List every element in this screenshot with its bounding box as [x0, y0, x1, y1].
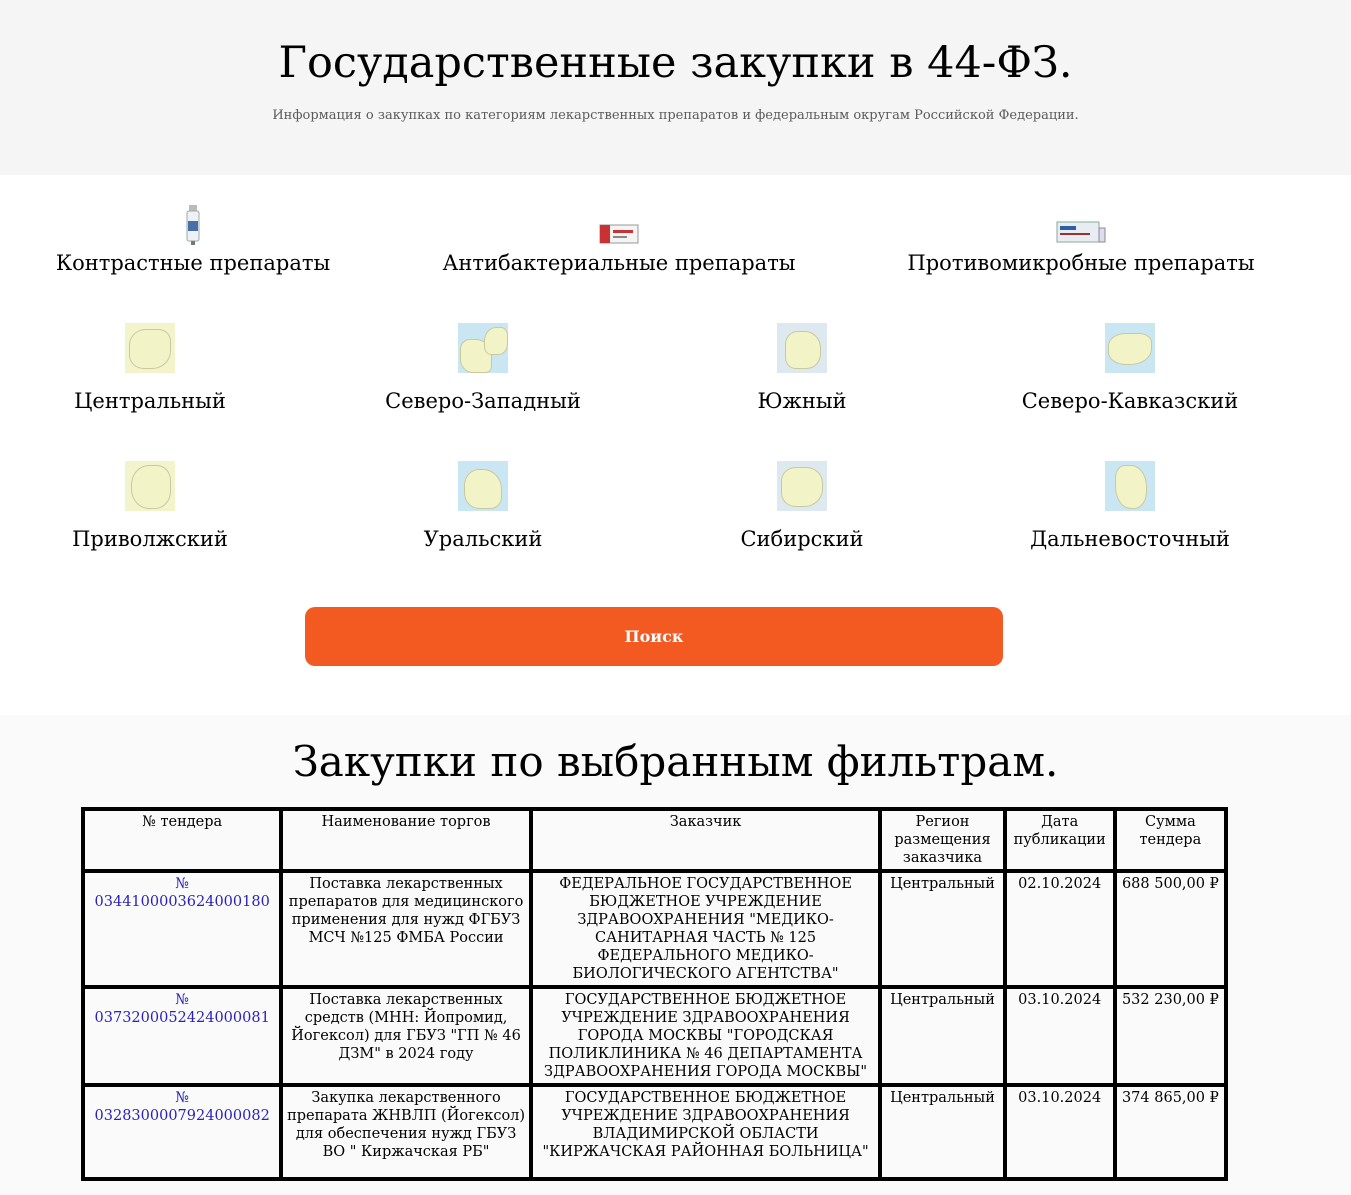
name-cell: Закупка лекарственного препарата ЖНВЛП (…	[279, 1083, 533, 1181]
table-row: № 0373200052424000081 Поставка лекарстве…	[80, 985, 1229, 1087]
region-label: Южный	[757, 389, 847, 413]
col-header-name: Наименование торгов	[279, 807, 533, 873]
region-ural[interactable]: Уральский	[333, 461, 633, 551]
page-header: Государственные закупки в 44-ФЗ. Информа…	[0, 0, 1351, 175]
sum-cell: 532 230,00 ₽	[1112, 985, 1229, 1087]
date-cell: 03.10.2024	[1002, 1083, 1117, 1181]
customer-cell: ГОСУДАРСТВЕННОЕ БЮДЖЕТНОЕ УЧРЕЖДЕНИЕ ЗДР…	[528, 1083, 883, 1181]
pill-box-icon	[599, 224, 639, 244]
category-label: Антибактериальные препараты	[442, 251, 796, 275]
col-header-region: Регион размещения заказчика	[878, 807, 1007, 873]
date-cell: 02.10.2024	[1002, 869, 1117, 989]
col-header-date: Дата публикации	[1002, 807, 1117, 873]
col-header-tender: № тендера	[80, 807, 284, 873]
region-label: Приволжский	[72, 527, 228, 551]
category-label: Контрастные препараты	[55, 251, 331, 275]
tender-cell: № 0328300007924000082	[80, 1083, 284, 1181]
map-icon	[777, 323, 827, 373]
region-cell: Центральный	[878, 869, 1007, 989]
category-contrast[interactable]: Контрастные препараты	[13, 205, 373, 275]
tender-cell: № 0373200052424000081	[80, 985, 284, 1087]
region-north-caucasus[interactable]: Северо-Кавказский	[980, 323, 1280, 413]
date-cell: 03.10.2024	[1002, 985, 1117, 1087]
search-button[interactable]: Поиск	[305, 607, 1003, 666]
map-icon	[458, 323, 508, 373]
region-cell: Центральный	[878, 985, 1007, 1087]
results-table: № тендера Наименование торгов Заказчик Р…	[80, 807, 1229, 1181]
map-icon	[458, 461, 508, 511]
table-row: № 0328300007924000082 Закупка лекарствен…	[80, 1083, 1229, 1181]
region-south[interactable]: Южный	[652, 323, 952, 413]
category-antibacterial[interactable]: Антибактериальные препараты	[439, 205, 799, 275]
map-icon	[777, 461, 827, 511]
region-label: Сибирский	[740, 527, 864, 551]
region-central[interactable]: Центральный	[0, 323, 300, 413]
region-label: Северо-Кавказский	[1021, 389, 1239, 413]
vial-icon	[186, 205, 200, 245]
map-icon	[125, 323, 175, 373]
name-cell: Поставка лекарственных препаратов для ме…	[279, 869, 533, 989]
region-siberia[interactable]: Сибирский	[652, 461, 952, 551]
sum-cell: 688 500,00 ₽	[1112, 869, 1229, 989]
table-header-row: № тендера Наименование торгов Заказчик Р…	[80, 807, 1229, 873]
region-label: Центральный	[74, 389, 226, 413]
map-icon	[1105, 323, 1155, 373]
col-header-sum: Сумма тендера	[1112, 807, 1229, 873]
region-cell: Центральный	[878, 1083, 1007, 1181]
table-row: № 0344100003624000180 Поставка лекарстве…	[80, 869, 1229, 989]
customer-cell: ФЕДЕРАЛЬНОЕ ГОСУДАРСТВЕННОЕ БЮДЖЕТНОЕ УЧ…	[528, 869, 883, 989]
region-volga[interactable]: Приволжский	[0, 461, 300, 551]
region-northwest[interactable]: Северо-Западный	[333, 323, 633, 413]
map-icon	[1105, 461, 1155, 511]
tender-link[interactable]: № 0373200052424000081	[95, 992, 270, 1026]
results-title: Закупки по выбранным фильтрам.	[292, 737, 1059, 786]
region-label: Дальневосточный	[1030, 527, 1230, 551]
name-cell: Поставка лекарственных средств (МНН: Йоп…	[279, 985, 533, 1087]
tender-link[interactable]: № 0328300007924000082	[95, 1090, 270, 1124]
filters-section: Контрастные препараты Антибактериальные …	[0, 175, 1351, 715]
col-header-customer: Заказчик	[528, 807, 883, 873]
category-antimicrobial[interactable]: Противомикробные препараты	[901, 205, 1261, 275]
region-label: Уральский	[423, 527, 543, 551]
tender-cell: № 0344100003624000180	[80, 869, 284, 989]
page-subtitle: Информация о закупках по категориям лека…	[272, 108, 1079, 123]
tender-link[interactable]: № 0344100003624000180	[95, 876, 270, 910]
customer-cell: ГОСУДАРСТВЕННОЕ БЮДЖЕТНОЕ УЧРЕЖДЕНИЕ ЗДР…	[528, 985, 883, 1087]
region-label: Северо-Западный	[385, 389, 581, 413]
region-far-east[interactable]: Дальневосточный	[980, 461, 1280, 551]
results-section: Закупки по выбранным фильтрам. № тендера…	[0, 715, 1351, 1195]
sum-cell: 374 865,00 ₽	[1112, 1083, 1229, 1181]
medicine-box-icon	[1056, 221, 1106, 243]
category-label: Противомикробные препараты	[907, 251, 1255, 275]
map-icon	[125, 461, 175, 511]
page-title: Государственные закупки в 44-ФЗ.	[278, 38, 1073, 88]
